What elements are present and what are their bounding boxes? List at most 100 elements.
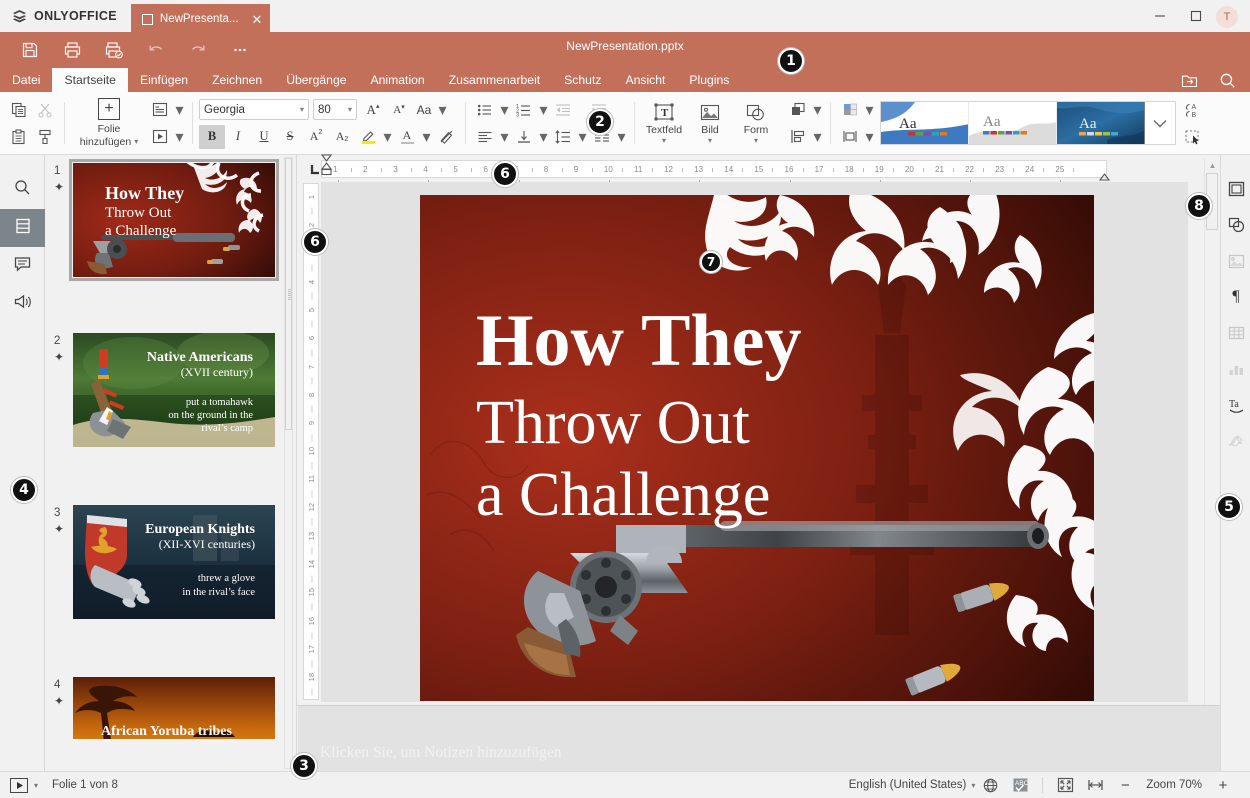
chevron-down-icon[interactable]: ▾ bbox=[863, 98, 876, 122]
superscript-button[interactable]: A2 bbox=[303, 125, 329, 149]
globe-icon[interactable] bbox=[975, 772, 1005, 798]
horizontal-ruler[interactable]: 1234567891011121314151617181920212223242… bbox=[321, 160, 1107, 178]
slide-thumbnail-1[interactable]: How They Throw Out a Challenge bbox=[73, 163, 275, 277]
align-objects-icon[interactable] bbox=[785, 125, 811, 149]
insert-shape-button[interactable]: Form ▾ bbox=[733, 95, 779, 151]
chevron-down-icon[interactable]: ▾ bbox=[381, 125, 394, 149]
chart-icon[interactable] bbox=[1221, 351, 1250, 387]
paragraph-icon[interactable]: ¶ bbox=[1221, 279, 1250, 315]
redo-button[interactable] bbox=[178, 34, 218, 66]
current-slide[interactable]: How They Throw Out a Challenge How They … bbox=[420, 195, 1094, 701]
chevron-down-icon[interactable]: ▾ bbox=[662, 137, 666, 145]
chevron-down-icon[interactable]: ▾ bbox=[498, 98, 511, 122]
tab-zeichnen[interactable]: Zeichnen bbox=[200, 68, 274, 92]
decrease-indent-icon[interactable] bbox=[550, 98, 576, 122]
tab-plugins[interactable]: Plugins bbox=[677, 68, 741, 92]
list-item[interactable]: 3 ✦ bbox=[45, 505, 297, 619]
chevron-down-icon[interactable]: ▾ bbox=[498, 125, 511, 149]
slide-thumbnail-3[interactable]: European Knights (XII-XVI centuries) thr… bbox=[73, 505, 275, 619]
chevron-down-icon[interactable]: ▾ bbox=[811, 125, 824, 149]
sidebar-item-slides[interactable] bbox=[0, 209, 45, 247]
tab-zusammenarbeit[interactable]: Zusammenarbeit bbox=[437, 68, 552, 92]
shape-fill-icon[interactable] bbox=[837, 98, 863, 122]
tab-einfuegen[interactable]: Einfügen bbox=[128, 68, 200, 92]
signature-icon[interactable] bbox=[1221, 423, 1250, 459]
open-file-location-icon[interactable] bbox=[1172, 68, 1206, 92]
list-item[interactable]: 4 ✦ African Yoruba tribes bbox=[45, 677, 297, 739]
paste-icon[interactable] bbox=[6, 125, 32, 149]
chevron-down-icon[interactable]: ▾ bbox=[576, 125, 589, 149]
change-case-button[interactable]: Aa bbox=[412, 98, 436, 122]
avatar[interactable]: T bbox=[1216, 6, 1238, 28]
indent-marker-icon[interactable] bbox=[321, 154, 332, 183]
chevron-down-icon[interactable]: ▾ bbox=[811, 98, 824, 122]
shape-settings-icon[interactable] bbox=[1221, 207, 1250, 243]
zoom-out-button[interactable]: − bbox=[1110, 772, 1140, 798]
tab-startseite[interactable]: Startseite bbox=[52, 68, 127, 92]
horizontal-align-icon[interactable] bbox=[472, 125, 498, 149]
slide-thumbnail-4[interactable]: African Yoruba tribes bbox=[73, 677, 275, 739]
numbering-icon[interactable]: 123 bbox=[511, 98, 537, 122]
list-item[interactable]: 2 ✦ bbox=[45, 333, 297, 447]
zoom-in-button[interactable]: + bbox=[1208, 772, 1238, 798]
tab-animation[interactable]: Animation bbox=[359, 68, 437, 92]
bold-button[interactable]: B bbox=[199, 125, 225, 149]
bullets-icon[interactable] bbox=[472, 98, 498, 122]
sidebar-item-search[interactable] bbox=[0, 171, 45, 209]
chevron-down-icon[interactable]: ▾ bbox=[754, 137, 758, 145]
table-icon[interactable] bbox=[1221, 315, 1250, 351]
insert-textbox-button[interactable]: T Textfeld ▾ bbox=[641, 95, 687, 151]
slide-layout-icon[interactable] bbox=[147, 98, 173, 122]
quick-print-button[interactable] bbox=[94, 34, 134, 66]
list-item[interactable]: 1 ✦ bbox=[45, 163, 297, 277]
font-size-select[interactable]: 80 ▾ bbox=[313, 99, 357, 120]
thumbnails-scrollbar-thumb[interactable] bbox=[285, 158, 292, 430]
chevron-down-icon[interactable]: ▾ bbox=[173, 98, 186, 122]
clear-style-icon[interactable] bbox=[433, 125, 459, 149]
sidebar-item-comments[interactable] bbox=[0, 247, 45, 285]
thumbnails-scrollbar[interactable] bbox=[284, 157, 293, 769]
theme-blue[interactable]: Aa bbox=[1057, 102, 1145, 144]
undo-button[interactable] bbox=[136, 34, 176, 66]
vertical-align-icon[interactable] bbox=[511, 125, 537, 149]
underline-button[interactable]: U bbox=[251, 125, 277, 149]
cut-icon[interactable] bbox=[32, 98, 58, 122]
tab-datei[interactable]: Datei bbox=[0, 68, 52, 92]
close-tab-icon[interactable]: ✕ bbox=[252, 13, 263, 26]
italic-button[interactable]: I bbox=[225, 125, 251, 149]
subscript-button[interactable]: A2 bbox=[329, 125, 355, 149]
fit-to-width-icon[interactable] bbox=[1080, 772, 1110, 798]
arrange-icon[interactable] bbox=[785, 98, 811, 122]
expand-themes-icon[interactable] bbox=[1145, 102, 1175, 144]
theme-basic[interactable]: Aa bbox=[969, 102, 1057, 144]
maximize-icon[interactable] bbox=[1178, 0, 1214, 32]
highlight-color-icon[interactable] bbox=[355, 125, 381, 149]
strikethrough-button[interactable]: S bbox=[277, 125, 303, 149]
font-family-select[interactable]: Georgia ▾ bbox=[199, 99, 309, 120]
document-tab[interactable]: NewPresenta... ✕ bbox=[131, 4, 271, 34]
insert-image-button[interactable]: Bild ▾ bbox=[687, 95, 733, 151]
replace-icon[interactable]: AB bbox=[1180, 98, 1206, 122]
scroll-up-icon[interactable]: ▲ bbox=[1205, 158, 1220, 172]
app-logo[interactable]: ONLYOFFICE bbox=[0, 0, 131, 32]
slide-settings-icon[interactable] bbox=[1221, 171, 1250, 207]
add-slide-button[interactable]: + Folie hinzufügen ▾ bbox=[71, 95, 147, 151]
fit-to-slide-icon[interactable] bbox=[1050, 772, 1080, 798]
spellcheck-icon[interactable]: ABC bbox=[1005, 772, 1035, 798]
tab-schutz[interactable]: Schutz bbox=[552, 68, 613, 92]
increase-font-size-button[interactable]: A▴ bbox=[360, 98, 386, 122]
zoom-label[interactable]: Zoom 70% bbox=[1146, 779, 1202, 791]
chevron-down-icon[interactable]: ▾ bbox=[436, 98, 449, 122]
chevron-down-icon[interactable]: ▾ bbox=[708, 137, 712, 145]
canvas-vertical-scrollbar[interactable]: ▲ ▼ bbox=[1204, 158, 1219, 716]
search-icon[interactable] bbox=[1210, 68, 1244, 92]
chevron-down-icon[interactable]: ▾ bbox=[615, 125, 628, 149]
slide-transition-icon[interactable] bbox=[147, 125, 173, 149]
slide-canvas[interactable]: How They Throw Out a Challenge How They … bbox=[321, 182, 1188, 702]
theme-official[interactable]: Aa bbox=[881, 102, 969, 144]
sidebar-item-feedback[interactable] bbox=[0, 285, 45, 323]
tab-ansicht[interactable]: Ansicht bbox=[613, 68, 677, 92]
chevron-down-icon[interactable]: ▾ bbox=[863, 125, 876, 149]
copy-icon[interactable] bbox=[6, 98, 32, 122]
chevron-down-icon[interactable]: ▾ bbox=[134, 137, 138, 146]
